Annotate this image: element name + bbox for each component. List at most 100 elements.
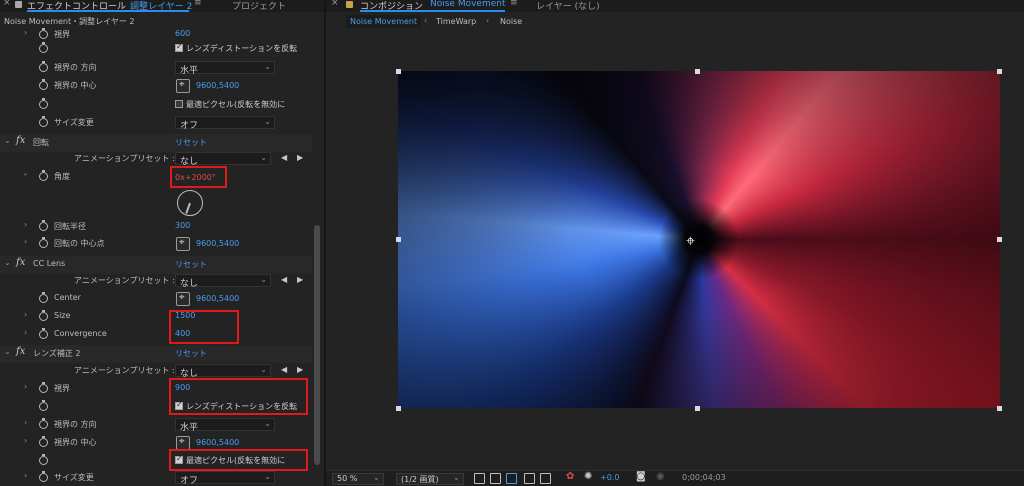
chevron-right-icon[interactable]: ›	[24, 310, 27, 319]
selection-handle[interactable]	[695, 69, 700, 74]
chevron-right-icon[interactable]: ›	[24, 237, 27, 246]
selection-handle[interactable]	[997, 406, 1002, 411]
stopwatch-icon[interactable]	[39, 400, 48, 411]
animation-preset-dropdown[interactable]: なし ⌄	[175, 274, 271, 289]
prev-preset-icon[interactable]: ◀	[281, 153, 287, 162]
stopwatch-icon[interactable]	[39, 436, 48, 447]
fx-icon[interactable]: fx	[16, 346, 25, 357]
composition-viewer[interactable]: ⌖	[398, 71, 1000, 408]
timecode[interactable]: 0;00;04;03	[682, 473, 726, 482]
fov-center-value[interactable]: 9600,5400	[196, 438, 239, 447]
stopwatch-icon[interactable]	[39, 28, 48, 39]
selection-handle[interactable]	[396, 237, 401, 242]
stopwatch-icon[interactable]	[39, 42, 48, 53]
snapshot-icon[interactable]: ◙	[636, 471, 646, 482]
composition-icon[interactable]	[346, 1, 353, 8]
stopwatch-icon[interactable]	[39, 454, 48, 465]
resize-dropdown[interactable]: オフ ⌄	[175, 471, 275, 486]
fx-icon[interactable]: fx	[16, 135, 25, 146]
stopwatch-icon[interactable]	[39, 328, 48, 339]
3d-view-icon[interactable]	[540, 473, 551, 484]
stopwatch-icon[interactable]	[39, 79, 48, 90]
color-channels-icon[interactable]: ✿	[566, 471, 574, 482]
prev-preset-icon[interactable]: ◀	[281, 365, 287, 374]
point-picker-icon[interactable]	[176, 237, 190, 251]
optimal-pixels-checkbox[interactable]	[175, 100, 183, 108]
close-icon[interactable]: ×	[3, 0, 11, 8]
animation-preset-dropdown[interactable]: なし ⌄	[175, 152, 271, 167]
resolution-dropdown[interactable]: (1/2 画質) ⌄	[396, 473, 464, 485]
stopwatch-icon[interactable]	[39, 292, 48, 303]
tab-layer[interactable]: レイヤー (なし)	[536, 0, 600, 12]
panel-menu-icon[interactable]: ≡	[510, 0, 518, 8]
animation-preset-dropdown[interactable]: なし ⌄	[175, 364, 271, 379]
close-icon[interactable]: ×	[331, 0, 339, 8]
chevron-down-icon[interactable]: ⌄	[4, 258, 11, 267]
stopwatch-icon[interactable]	[39, 418, 48, 429]
tab-comp-name[interactable]: Noise Movement	[430, 0, 506, 9]
point-picker-icon[interactable]	[176, 436, 190, 450]
twirl-center-value[interactable]: 9600,5400	[196, 239, 239, 248]
stopwatch-icon[interactable]	[39, 220, 48, 231]
chevron-right-icon[interactable]: ›	[24, 28, 27, 37]
chevron-right-icon[interactable]: ›	[24, 436, 27, 445]
guides-icon[interactable]	[524, 473, 535, 484]
anchor-point-icon[interactable]: ⌖	[686, 231, 695, 251]
radius-value[interactable]: 300	[175, 221, 190, 230]
selection-handle[interactable]	[695, 406, 700, 411]
tab-project[interactable]: プロジェクト	[232, 0, 286, 12]
reset-link[interactable]: リセット	[175, 137, 207, 148]
stopwatch-icon[interactable]	[39, 61, 48, 72]
fx-icon[interactable]: fx	[16, 257, 25, 268]
lens-center-value[interactable]: 9600,5400	[196, 294, 239, 303]
color-management-icon[interactable]: ✺	[584, 471, 592, 482]
selection-handle[interactable]	[396, 69, 401, 74]
stopwatch-icon[interactable]	[39, 237, 48, 248]
lock-icon[interactable]	[15, 1, 22, 8]
stopwatch-icon[interactable]	[39, 382, 48, 393]
chevron-right-icon[interactable]: ›	[24, 418, 27, 427]
next-preset-icon[interactable]: ▶	[297, 153, 303, 162]
stopwatch-icon[interactable]	[39, 116, 48, 127]
stopwatch-icon[interactable]	[39, 98, 48, 109]
chevron-right-icon[interactable]: ›	[24, 220, 27, 229]
next-preset-icon[interactable]: ▶	[297, 365, 303, 374]
angle-dial[interactable]	[177, 190, 203, 216]
selection-handle[interactable]	[396, 406, 401, 411]
stopwatch-icon[interactable]	[39, 310, 48, 321]
chevron-right-icon[interactable]: ›	[24, 382, 27, 391]
chevron-right-icon[interactable]: ›	[24, 471, 27, 480]
point-picker-icon[interactable]	[176, 79, 190, 93]
panel-menu-icon[interactable]: ≡	[194, 0, 202, 8]
exposure-value[interactable]: +0.0	[600, 473, 619, 482]
show-snapshot-icon[interactable]: ◉	[656, 471, 665, 482]
fov-center-value[interactable]: 9600,5400	[196, 81, 239, 90]
region-of-interest-icon[interactable]	[474, 473, 485, 484]
fov-orientation-dropdown[interactable]: 水平 ⌄	[175, 418, 275, 433]
reset-link[interactable]: リセット	[175, 348, 207, 359]
resize-dropdown[interactable]: オフ ⌄	[175, 116, 275, 131]
comp-tab-noise[interactable]: Noise	[500, 17, 522, 26]
reset-link[interactable]: リセット	[175, 259, 207, 270]
chevron-down-icon[interactable]: ⌄	[4, 347, 11, 356]
chevron-down-icon[interactable]: ⌄	[4, 136, 11, 145]
zoom-dropdown[interactable]: 50 % ⌄	[332, 473, 384, 485]
fov-orientation-dropdown[interactable]: 水平 ⌄	[175, 61, 275, 76]
next-preset-icon[interactable]: ▶	[297, 275, 303, 284]
mask-visibility-icon[interactable]	[506, 473, 517, 484]
effect-header-lens-correction-2[interactable]: ⌄ fx レンズ補正 2 リセット	[0, 345, 312, 363]
stopwatch-icon[interactable]	[39, 471, 48, 482]
selection-handle[interactable]	[997, 237, 1002, 242]
chevron-down-icon[interactable]: ›	[21, 173, 30, 176]
prev-preset-icon[interactable]: ◀	[281, 275, 287, 284]
fov-value[interactable]: 600	[175, 29, 190, 38]
transparency-grid-icon[interactable]	[490, 473, 501, 484]
chevron-right-icon[interactable]: ›	[24, 328, 27, 337]
scrollbar[interactable]	[314, 225, 320, 465]
comp-tab-noise-movement[interactable]: Noise Movement	[346, 15, 422, 28]
reverse-distortion-checkbox[interactable]	[175, 42, 183, 52]
selection-handle[interactable]	[997, 69, 1002, 74]
point-picker-icon[interactable]	[176, 292, 190, 306]
comp-tab-timewarp[interactable]: TimeWarp	[436, 17, 476, 26]
stopwatch-icon[interactable]	[39, 170, 48, 181]
